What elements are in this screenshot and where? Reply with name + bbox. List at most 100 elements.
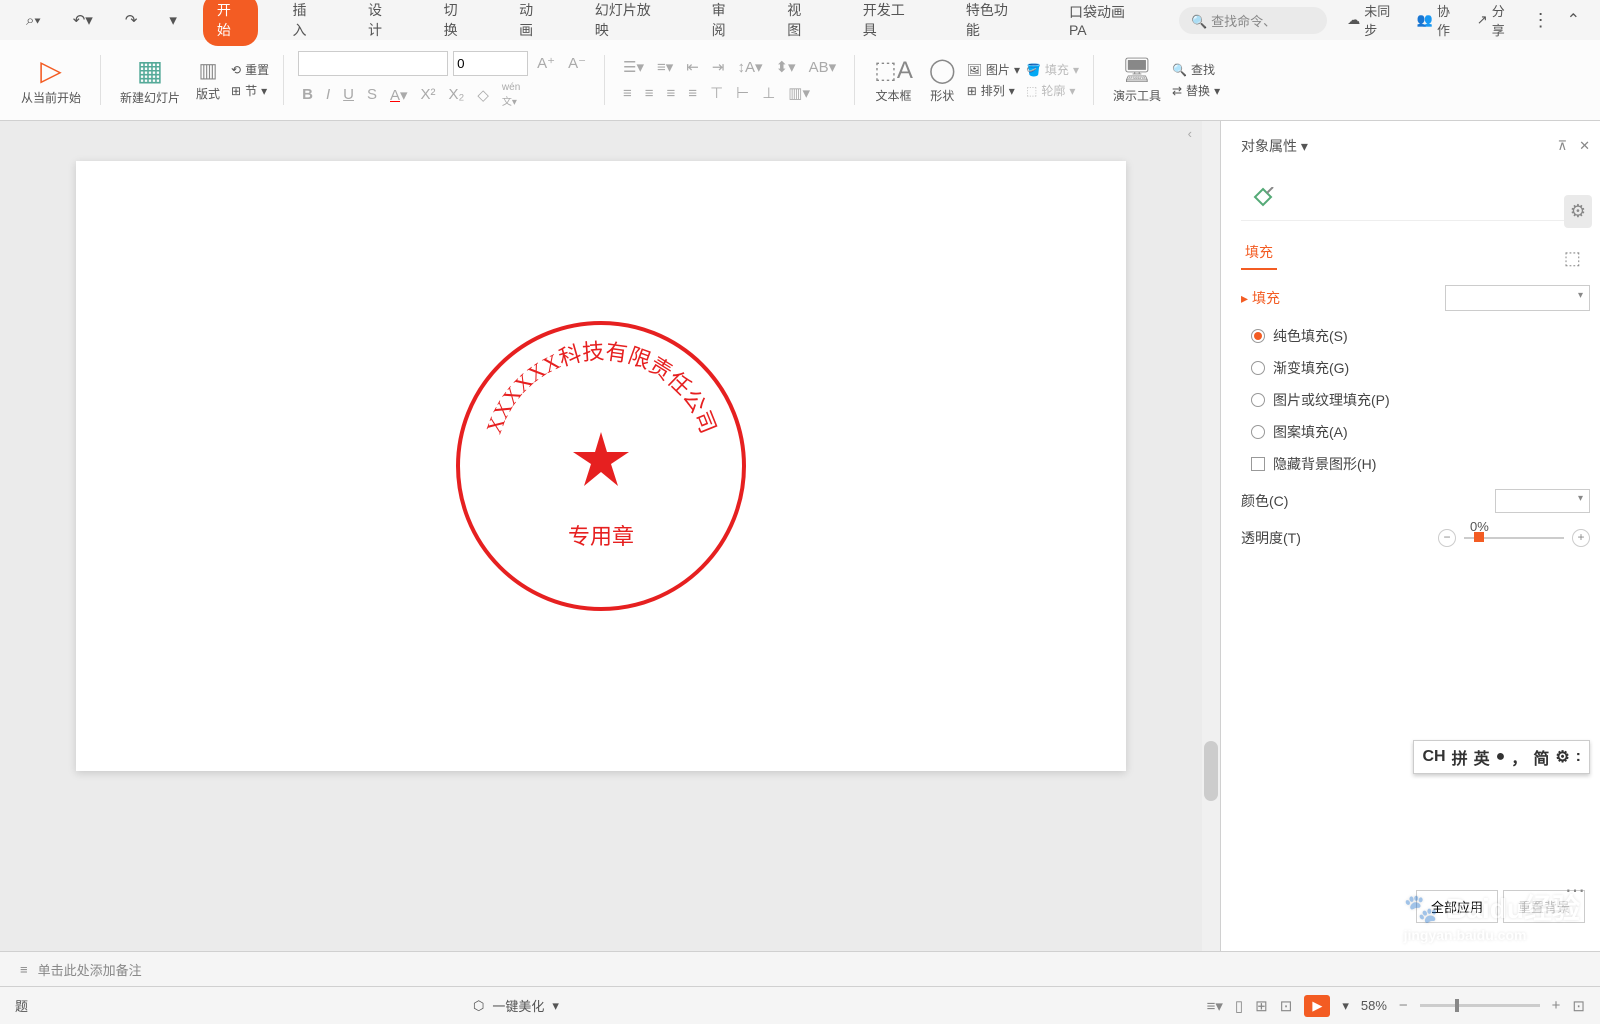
solid-fill-radio[interactable]: 纯色填充(S) [1251,326,1590,346]
fill-tab-label[interactable]: 填充 [1241,236,1277,270]
increase-font-icon[interactable]: A⁺ [533,52,559,74]
tab-review[interactable]: 审阅 [698,0,754,46]
tab-design[interactable]: 设计 [354,0,410,46]
align-justify-icon[interactable]: ≡ [684,83,701,104]
find-button[interactable]: 🔍 查找 [1172,61,1220,78]
ime-jian[interactable]: 简 [1533,745,1549,769]
redo-icon[interactable]: ↷ [119,7,144,33]
fill-button[interactable]: 🪣 填充▾ [1026,61,1079,78]
zoom-level[interactable]: 58% [1361,998,1387,1013]
stamp-shape[interactable]: XXXXXX科技有限责任公司 专用章 [456,321,746,611]
clear-format-icon[interactable]: ◇ [473,84,493,106]
hide-bg-checkbox[interactable]: 隐藏背景图形(H) [1251,454,1590,474]
panel-more-icon[interactable]: ⋯ [1565,878,1585,903]
tab-view[interactable]: 视图 [773,0,829,46]
align-top-icon[interactable]: ⊤ [706,82,727,104]
more-icon[interactable]: ⋮ [1532,10,1552,31]
arrange-button[interactable]: ⊞ 排列▾ [967,82,1020,99]
color-picker[interactable] [1495,489,1590,513]
zoom-out-icon[interactable]: − [1399,997,1408,1014]
ime-toolbar[interactable]: CH 拼 英 ● ， 简 ⚙ : [1413,740,1590,774]
align-left-icon[interactable]: ≡ [619,83,636,104]
gradient-fill-radio[interactable]: 渐变填充(G) [1251,358,1590,378]
align-middle-icon[interactable]: ⊢ [732,82,753,104]
settings-side-icon[interactable]: ⚙ [1564,195,1592,228]
slide-canvas[interactable]: XXXXXX科技有限责任公司 专用章 ‹ [0,121,1202,951]
decrease-transparency[interactable]: − [1438,529,1456,547]
sorter-view-icon[interactable]: ⊞ [1255,997,1268,1015]
undo-icon[interactable]: ↶▾ [67,7,99,33]
fill-tab-icon[interactable] [1241,181,1285,220]
transparency-slider[interactable]: 0% [1464,537,1564,539]
collapse-ribbon-icon[interactable]: ⌃ [1567,10,1580,30]
phonetic-icon[interactable]: wén文▾ [498,80,524,110]
font-family-input[interactable] [298,51,448,76]
vertical-scrollbar[interactable] [1202,121,1220,951]
align-bottom-icon[interactable]: ⊥ [758,82,779,104]
tab-transition[interactable]: 切换 [430,0,486,46]
cube-side-icon[interactable]: ⬚ [1564,248,1592,269]
apply-all-button[interactable]: 全部应用 [1416,890,1498,923]
reading-view-icon[interactable]: ⊡ [1280,997,1293,1015]
layout-button[interactable]: ▥ 版式 [191,53,225,107]
replace-button[interactable]: ⇄ 替换▾ [1172,82,1220,99]
close-panel-icon[interactable]: ✕ [1579,138,1590,154]
share-button[interactable]: ↗ 分享 [1477,1,1517,39]
superscript-icon[interactable]: X² [417,84,440,105]
presentation-tools-button[interactable]: 🖥 演示工具 [1108,51,1166,109]
beautify-icon[interactable]: ⬡ [473,998,484,1014]
reset-button[interactable]: ⟲ 重置 [231,61,269,78]
doc-icon[interactable]: ▾ [163,7,183,33]
tab-special[interactable]: 特色功能 [952,0,1035,46]
notes-view-icon[interactable]: ≡▾ [1207,997,1223,1015]
tab-start[interactable]: 开始 [203,0,259,46]
textbox-button[interactable]: ⬚A 文本框 [869,51,918,109]
align-right-icon[interactable]: ≡ [663,83,680,104]
tab-slideshow[interactable]: 幻灯片放映 [581,0,678,46]
font-size-input[interactable] [453,51,528,76]
command-search[interactable]: 🔍 查找命令、 [1179,7,1327,34]
zoom-slider[interactable] [1420,1004,1540,1007]
zoom-icon[interactable]: ⌕▾ [20,8,47,33]
new-slide-button[interactable]: ▦ 新建幻灯片 [115,49,185,111]
decrease-font-icon[interactable]: A⁻ [564,52,590,74]
zoom-in-icon[interactable]: + [1552,997,1561,1014]
fill-section-title[interactable]: ▸ 填充 [1241,288,1280,308]
columns-icon[interactable]: ▥▾ [784,82,814,104]
ime-pin[interactable]: 拼 [1452,745,1468,769]
outline-button[interactable]: ⬚ 轮廓▾ [1026,82,1079,99]
slide[interactable]: XXXXXX科技有限责任公司 专用章 [76,161,1126,771]
subscript-icon[interactable]: X₂ [445,84,469,105]
ime-more[interactable]: : [1576,748,1581,766]
beautify-button[interactable]: 一键美化 [492,996,544,1015]
sync-status[interactable]: ☁ 未同步 [1347,1,1402,39]
play-button[interactable]: ▶ [1304,995,1330,1017]
tab-insert[interactable]: 插入 [278,0,334,46]
collapse-panel-icon[interactable]: ‹ [1188,126,1192,141]
strikethrough-icon[interactable]: S [363,84,381,105]
picture-fill-radio[interactable]: 图片或纹理填充(P) [1251,390,1590,410]
ime-gear[interactable]: ⚙ [1555,747,1569,767]
numbering-icon[interactable]: ≡▾ [653,56,677,78]
fill-preview-swatch[interactable] [1445,285,1590,311]
tab-pocket[interactable]: 口袋动画 PA [1055,0,1159,44]
text-direction-icon[interactable]: ⬍▾ [771,56,799,78]
tab-dev[interactable]: 开发工具 [849,0,932,46]
picture-button[interactable]: 🖼 图片▾ [967,61,1020,78]
normal-view-icon[interactable]: ▯ [1235,997,1243,1015]
tab-animation[interactable]: 动画 [505,0,561,46]
decrease-indent-icon[interactable]: ⇤ [682,56,703,78]
highlight-icon[interactable]: AB▾ [805,56,841,78]
notes-placeholder[interactable]: 单击此处添加备注 [38,960,142,979]
font-color-icon[interactable]: A▾ [386,84,412,106]
play-from-current[interactable]: ▷ 从当前开始 [16,49,86,111]
ime-ch[interactable]: CH [1422,748,1445,766]
section-button[interactable]: ⊞ 节▾ [231,82,269,99]
bold-icon[interactable]: B [298,84,317,105]
ime-ying[interactable]: 英 [1474,745,1490,769]
increase-indent-icon[interactable]: ⇥ [708,56,729,78]
underline-icon[interactable]: U [339,84,358,105]
italic-icon[interactable]: I [322,84,334,105]
align-center-icon[interactable]: ≡ [641,83,658,104]
collab-button[interactable]: 👥 协作 [1417,1,1462,39]
